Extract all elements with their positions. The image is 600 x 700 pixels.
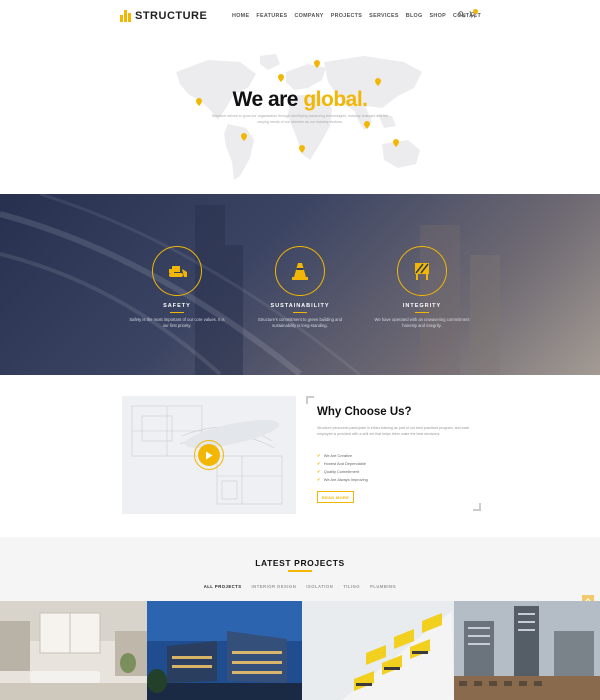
value-sustainability: SUSTAINABILITY Structure's commitment to…	[245, 246, 355, 329]
nav-services[interactable]: SERVICES	[369, 13, 399, 19]
read-more-button[interactable]: READ MORE	[317, 491, 354, 503]
page: STRUCTURE HOME FEATURES COMPANY PROJECTS…	[0, 0, 600, 700]
value-icon-ring	[152, 246, 202, 296]
filter-isolation[interactable]: ISOLATION	[306, 584, 333, 589]
value-title: SAFETY	[163, 303, 191, 309]
project-filters: ALL PROJECTS INTERIOR DESIGN ISOLATION T…	[0, 584, 600, 589]
hero-subtitle: Structure strives to grow our organizati…	[211, 114, 389, 124]
check-icon: ✔	[317, 453, 321, 458]
nav-features[interactable]: FEATURES	[256, 13, 287, 19]
nav-home[interactable]: HOME	[232, 13, 249, 19]
cart-count-badge	[473, 9, 478, 14]
site-header: STRUCTURE HOME FEATURES COMPANY PROJECTS…	[0, 0, 600, 36]
check-icon: ✔	[317, 477, 321, 482]
hero-section: We are global. Structure strives to grow…	[0, 36, 600, 194]
nav-projects[interactable]: PROJECTS	[331, 13, 362, 19]
why-list: ✔ We Are Creative ✔ Honest And Dependable …	[317, 452, 368, 484]
value-text: We have operated with an unwavering comm…	[374, 317, 470, 328]
value-underline	[170, 312, 184, 313]
corner-decoration	[473, 503, 481, 511]
logo-icon	[120, 10, 131, 22]
barrier-icon	[415, 263, 429, 280]
nav-blog[interactable]: BLOG	[406, 13, 423, 19]
value-title: INTEGRITY	[402, 303, 442, 309]
logo-text: STRUCTURE	[135, 10, 208, 22]
project-thumb-offices[interactable]	[147, 601, 302, 700]
value-underline	[415, 312, 429, 313]
filter-tiling[interactable]: TILING	[343, 584, 360, 589]
nav-shop[interactable]: SHOP	[430, 13, 446, 19]
latest-projects-section: LATEST PROJECTS ALL PROJECTS INTERIOR DE…	[0, 537, 600, 700]
list-item: ✔ We Are Creative	[317, 453, 353, 458]
value-title: SUSTAINABILITY	[270, 303, 330, 309]
value-icon-ring	[397, 246, 447, 296]
value-text: Safety is the most important of our core…	[129, 317, 225, 328]
why-choose-section: Why Choose Us? Structure personnel parti…	[0, 375, 600, 537]
play-icon	[198, 444, 220, 466]
projects-title: LATEST PROJECTS	[255, 558, 345, 568]
corner-decoration	[306, 396, 314, 404]
value-integrity: INTEGRITY We have operated with an unwav…	[367, 246, 477, 329]
bulldozer-icon	[169, 266, 187, 277]
value-icon-ring	[275, 246, 325, 296]
filter-all-projects[interactable]: ALL PROJECTS	[204, 584, 242, 589]
project-grid	[0, 601, 600, 700]
filter-interior-design[interactable]: INTERIOR DESIGN	[252, 584, 297, 589]
play-button[interactable]	[194, 440, 224, 470]
project-thumb-city[interactable]	[454, 601, 600, 700]
video-thumbnail[interactable]	[122, 396, 296, 514]
search-icon[interactable]	[458, 11, 465, 20]
hero-title-accent: global.	[303, 88, 368, 111]
logo[interactable]: STRUCTURE	[120, 10, 207, 22]
list-item: ✔ We Are Always Improving	[317, 477, 368, 482]
main-nav: HOME FEATURES COMPANY PROJECTS SERVICES …	[232, 13, 481, 19]
check-icon: ✔	[317, 469, 321, 474]
projects-title-underline	[288, 570, 312, 572]
list-item: ✔ Quality Commitment	[317, 469, 360, 474]
hero-title: We are global.	[232, 88, 369, 111]
list-item: ✔ Honest And Dependable	[317, 461, 366, 466]
value-text: Structure's commitment to green building…	[257, 317, 343, 328]
filter-plumbing[interactable]: PLUMBING	[370, 584, 396, 589]
values-band: SAFETY Safety is the most important of o…	[0, 194, 600, 375]
why-title: Why Choose Us?	[317, 406, 412, 418]
project-thumb-interior[interactable]	[0, 601, 147, 700]
why-text: Structure personnel participate in ethic…	[317, 426, 470, 436]
value-underline	[293, 312, 307, 313]
project-thumb-residential[interactable]	[302, 601, 454, 700]
check-icon: ✔	[317, 461, 321, 466]
value-safety: SAFETY Safety is the most important of o…	[122, 246, 232, 329]
nav-company[interactable]: COMPANY	[294, 13, 323, 19]
traffic-cone-icon	[292, 263, 308, 280]
